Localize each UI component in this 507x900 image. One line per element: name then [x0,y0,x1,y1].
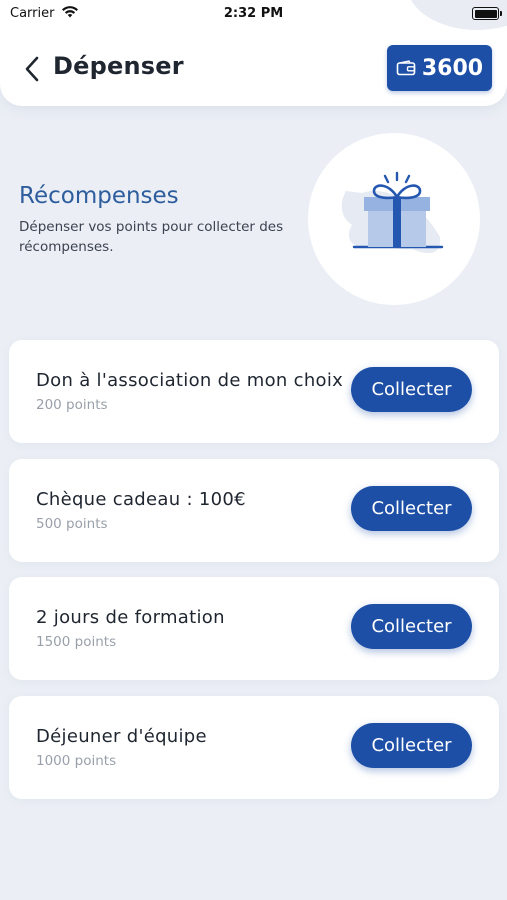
reward-title: Déjeuner d'équipe [36,726,207,747]
gift-illustration [308,133,480,305]
points-balance-value: 3600 [421,55,484,81]
points-balance-badge[interactable]: 3600 [387,45,492,91]
gift-icon [341,171,444,254]
reward-title: 2 jours de formation [36,607,225,628]
reward-card: Chèque cadeau : 100€ 500 points Collecte… [9,459,499,562]
reward-card: Déjeuner d'équipe 1000 points Collecter [9,696,499,799]
battery-icon [472,7,502,20]
reward-card: 2 jours de formation 1500 points Collect… [9,577,499,680]
page-title: Dépenser [53,52,184,80]
collect-button[interactable]: Collecter [351,486,472,531]
reward-card: Don à l'association de mon choix 200 poi… [9,340,499,443]
reward-points: 1000 points [36,753,117,769]
header-bar: Carrier 2:32 PM Dépenser 3600 [0,0,507,106]
collect-button[interactable]: Collecter [351,723,472,768]
reward-points: 200 points [36,397,108,413]
status-bar: Carrier 2:32 PM [0,0,507,30]
back-button[interactable] [16,52,48,86]
chevron-left-icon [25,56,39,82]
collect-button[interactable]: Collecter [351,604,472,649]
reward-points: 500 points [36,516,108,532]
hero-description: Dépenser vos points pour collecter des r… [19,219,284,255]
collect-button[interactable]: Collecter [351,367,472,412]
reward-points: 1500 points [36,634,117,650]
reward-title: Chèque cadeau : 100€ [36,489,246,510]
wallet-icon [396,60,416,76]
status-time: 2:32 PM [223,6,284,21]
hero-title: Récompenses [19,183,179,209]
reward-title: Don à l'association de mon choix [36,370,344,391]
